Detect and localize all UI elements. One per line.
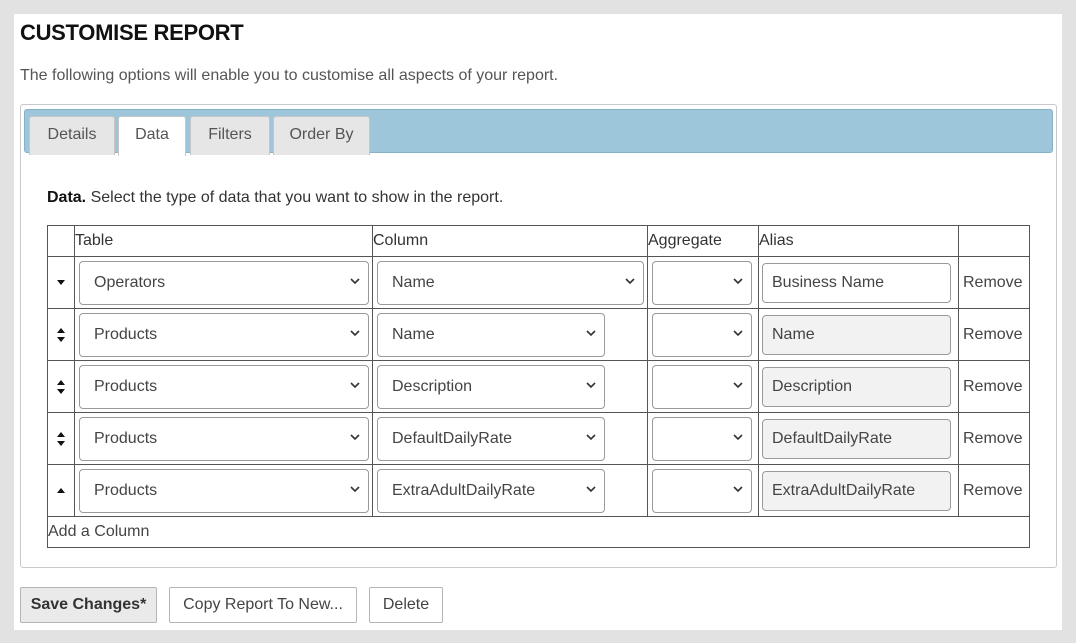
page: CUSTOMISE REPORT The following options w… [14,14,1062,630]
row-mover [47,360,75,413]
row-mover [47,308,75,361]
save-changes-button[interactable]: Save Changes* [20,587,157,623]
table-select-value: Products [94,429,158,447]
table-select[interactable]: Operators [79,260,369,305]
row-mover [47,464,75,517]
remove-link[interactable]: Remove [963,326,1023,343]
alias-input[interactable]: DefaultDailyRate [762,418,951,459]
tab-data[interactable]: Data [118,116,186,156]
header-alias: Alias [758,225,959,257]
chevron-down-icon [350,329,360,336]
chevron-down-icon [733,433,743,440]
table-select[interactable]: Products [79,468,369,513]
data-intro-text: Select the type of data that you want to… [86,189,504,206]
move-up-icon[interactable] [57,431,65,437]
alias-input[interactable]: Description [762,366,951,407]
tab-order-by[interactable]: Order By [273,116,370,155]
remove-link[interactable]: Remove [963,430,1023,447]
remove-link[interactable]: Remove [963,274,1023,291]
chevron-down-icon [350,433,360,440]
move-down-icon[interactable] [57,440,65,446]
aggregate-select[interactable] [652,260,752,305]
chevron-down-icon [586,433,596,440]
table-select-value: Operators [94,273,166,291]
table-row: Products ExtraAdultDailyRate ExtraAdultD… [47,464,1030,517]
table-select[interactable]: Products [79,416,369,461]
column-select-value: Name [392,273,435,291]
alias-input[interactable]: Business Name [762,262,951,303]
aggregate-select[interactable] [652,468,752,513]
chevron-down-icon [586,381,596,388]
table-select[interactable]: Products [79,312,369,357]
chevron-down-icon [733,277,743,284]
tab-bar: Details Data Filters Order By [24,109,1053,156]
header-column: Column [372,225,648,257]
tab-details[interactable]: Details [29,116,115,155]
column-select-value: Name [392,325,435,343]
row-mover [47,412,75,465]
move-down-icon[interactable] [57,336,65,342]
table-select[interactable]: Products [79,364,369,409]
column-select[interactable]: ExtraAdultDailyRate [377,468,605,513]
chevron-down-icon [350,485,360,492]
tab-filters[interactable]: Filters [190,116,270,155]
remove-link[interactable]: Remove [963,482,1023,499]
delete-button[interactable]: Delete [369,587,443,623]
chevron-down-icon [733,485,743,492]
table-select-value: Products [94,481,158,499]
data-intro: Data. Select the type of data that you w… [47,189,503,207]
remove-link[interactable]: Remove [963,378,1023,395]
chevron-down-icon [350,277,360,284]
column-select-value: DefaultDailyRate [392,429,513,447]
chevron-down-icon [350,381,360,388]
column-select[interactable]: Description [377,364,605,409]
chevron-down-icon [586,485,596,492]
aggregate-select[interactable] [652,312,752,357]
add-column-row: Add a Column [47,516,1030,548]
alias-input[interactable]: Name [762,314,951,355]
alias-input[interactable]: ExtraAdultDailyRate [762,470,951,511]
header-mover [47,225,75,257]
table-row: Products Description Description Remove [47,360,1030,413]
column-select[interactable]: Name [377,260,644,305]
page-title: CUSTOMISE REPORT [20,20,244,45]
table-select-value: Products [94,377,158,395]
move-up-icon[interactable] [57,488,65,493]
header-action [958,225,1030,257]
page-subtitle: The following options will enable you to… [20,67,559,84]
table-header-row: Table Column Aggregate Alias [47,225,1030,257]
chevron-down-icon [733,381,743,388]
copy-report-button[interactable]: Copy Report To New... [169,587,357,623]
customise-panel: Details Data Filters Order By Data. Sele… [20,104,1057,568]
column-select-value: Description [392,377,473,395]
table-row: Operators Name Business Name Remove [47,256,1030,309]
table-row: Products DefaultDailyRate DefaultDailyRa… [47,412,1030,465]
aggregate-select[interactable] [652,364,752,409]
chevron-down-icon [625,277,635,284]
add-column-link[interactable]: Add a Column [47,516,1030,548]
move-down-icon[interactable] [57,388,65,394]
data-columns-table: Table Column Aggregate Alias Operators N… [47,225,1030,548]
chevron-down-icon [586,329,596,336]
column-select[interactable]: DefaultDailyRate [377,416,605,461]
table-row: Products Name Name Remove [47,308,1030,361]
aggregate-select[interactable] [652,416,752,461]
data-intro-heading: Data. [47,189,87,206]
row-mover [47,256,75,309]
chevron-down-icon [733,329,743,336]
move-up-icon[interactable] [57,379,65,385]
move-up-icon[interactable] [57,327,65,333]
header-table: Table [74,225,373,257]
table-select-value: Products [94,325,158,343]
column-select-value: ExtraAdultDailyRate [392,481,536,499]
column-select[interactable]: Name [377,312,605,357]
move-down-icon[interactable] [57,280,65,285]
header-aggregate: Aggregate [647,225,759,257]
